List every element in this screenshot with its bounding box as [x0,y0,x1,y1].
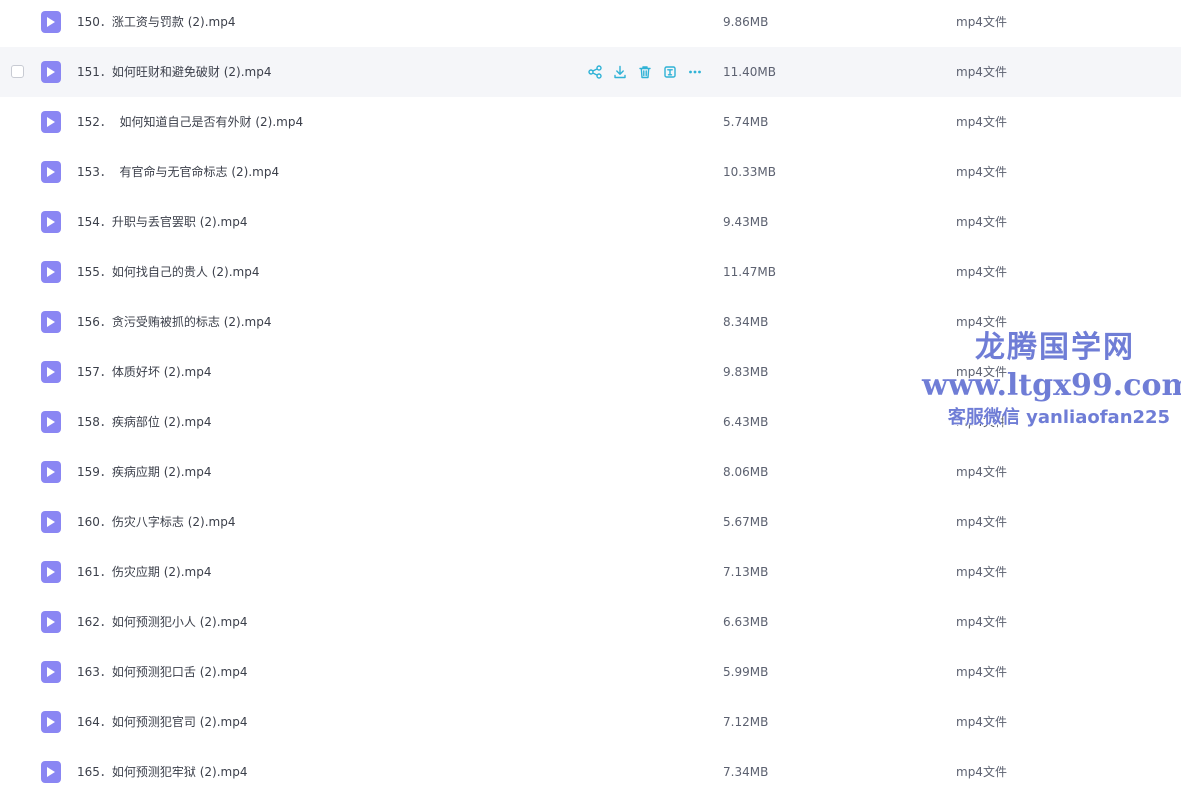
file-type: mp4文件 [956,765,1007,779]
row-actions [586,63,711,81]
file-row[interactable]: 165．如何预测犯牢狱 (2).mp4 7.34MB mp4文件 [0,747,1181,787]
file-name[interactable]: 155．如何找自己的贵人 (2).mp4 [77,263,259,281]
file-size: 7.12MB [723,715,769,729]
delete-icon[interactable] [636,63,654,81]
file-type: mp4文件 [956,365,1007,379]
file-name[interactable]: 156．贪污受贿被抓的标志 (2).mp4 [77,313,271,331]
file-row[interactable]: 161．伤灾应期 (2).mp4 7.13MB mp4文件 [0,547,1181,597]
file-name[interactable]: 152． 如何知道自己是否有外财 (2).mp4 [77,113,303,131]
file-type: mp4文件 [956,565,1007,579]
file-type: mp4文件 [956,615,1007,629]
video-file-icon [41,261,61,283]
file-row[interactable]: 157．体质好坏 (2).mp4 9.83MB mp4文件 [0,347,1181,397]
video-file-icon [41,361,61,383]
file-row[interactable]: 158．疾病部位 (2).mp4 6.43MB mp4文件 [0,397,1181,447]
video-file-icon [41,11,61,33]
file-name[interactable]: 153． 有官命与无官命标志 (2).mp4 [77,163,279,181]
file-name[interactable]: 154．升职与丢官罢职 (2).mp4 [77,213,247,231]
file-type: mp4文件 [956,665,1007,679]
file-name[interactable]: 157．体质好坏 (2).mp4 [77,363,211,381]
file-type: mp4文件 [956,65,1007,79]
file-type: mp4文件 [956,715,1007,729]
file-size: 6.63MB [723,615,769,629]
file-type: mp4文件 [956,115,1007,129]
video-file-icon [41,711,61,733]
file-type: mp4文件 [956,15,1007,29]
file-size: 8.06MB [723,465,769,479]
file-size: 9.86MB [723,15,769,29]
video-file-icon [41,511,61,533]
file-size: 7.13MB [723,565,769,579]
video-file-icon [41,411,61,433]
file-size: 11.40MB [723,65,776,79]
file-list: 150．涨工资与罚款 (2).mp4 9.86MB mp4文件 151．如何旺财和避免… [0,0,1181,784]
file-name[interactable]: 163．如何预测犯口舌 (2).mp4 [77,663,247,681]
file-type: mp4文件 [956,465,1007,479]
file-row[interactable]: 151．如何旺财和避免破财 (2).mp4 11.40MB mp4文件 [0,47,1181,97]
file-size: 7.34MB [723,765,769,779]
file-row[interactable]: 164．如何预测犯官司 (2).mp4 7.12MB mp4文件 [0,697,1181,747]
video-file-icon [41,561,61,583]
file-type: mp4文件 [956,315,1007,329]
video-file-icon [41,311,61,333]
file-size: 8.34MB [723,315,769,329]
file-size: 5.74MB [723,115,769,129]
file-row[interactable]: 163．如何预测犯口舌 (2).mp4 5.99MB mp4文件 [0,647,1181,697]
video-file-icon [41,461,61,483]
video-file-icon [41,111,61,133]
file-name[interactable]: 159．疾病应期 (2).mp4 [77,463,211,481]
share-icon[interactable] [586,63,604,81]
file-name[interactable]: 158．疾病部位 (2).mp4 [77,413,211,431]
file-type: mp4文件 [956,215,1007,229]
video-file-icon [41,61,61,83]
file-size: 10.33MB [723,165,776,179]
file-row[interactable]: 159．疾病应期 (2).mp4 8.06MB mp4文件 [0,447,1181,497]
file-name[interactable]: 161．伤灾应期 (2).mp4 [77,563,211,581]
file-row[interactable]: 155．如何找自己的贵人 (2).mp4 11.47MB mp4文件 [0,247,1181,297]
file-size: 11.47MB [723,265,776,279]
text-extract-icon[interactable] [661,63,679,81]
file-name[interactable]: 160．伤灾八字标志 (2).mp4 [77,513,235,531]
file-row[interactable]: 162．如何预测犯小人 (2).mp4 6.63MB mp4文件 [0,597,1181,647]
file-name[interactable]: 162．如何预测犯小人 (2).mp4 [77,613,247,631]
file-row[interactable]: 156．贪污受贿被抓的标志 (2).mp4 8.34MB mp4文件 [0,297,1181,347]
file-row[interactable]: 150．涨工资与罚款 (2).mp4 9.86MB mp4文件 [0,0,1181,47]
video-file-icon [41,211,61,233]
video-file-icon [41,761,61,783]
file-type: mp4文件 [956,515,1007,529]
file-name[interactable]: 164．如何预测犯官司 (2).mp4 [77,713,247,731]
row-checkbox[interactable] [11,65,24,78]
more-icon[interactable] [686,63,704,81]
file-name[interactable]: 165．如何预测犯牢狱 (2).mp4 [77,763,247,781]
video-file-icon [41,161,61,183]
file-row[interactable]: 153． 有官命与无官命标志 (2).mp4 10.33MB mp4文件 [0,147,1181,197]
file-row[interactable]: 154．升职与丢官罢职 (2).mp4 9.43MB mp4文件 [0,197,1181,247]
file-type: mp4文件 [956,165,1007,179]
file-row[interactable]: 160．伤灾八字标志 (2).mp4 5.67MB mp4文件 [0,497,1181,547]
file-size: 9.83MB [723,365,769,379]
download-icon[interactable] [611,63,629,81]
file-name[interactable]: 150．涨工资与罚款 (2).mp4 [77,13,235,31]
file-size: 5.99MB [723,665,769,679]
file-size: 5.67MB [723,515,769,529]
video-file-icon [41,611,61,633]
file-row[interactable]: 152． 如何知道自己是否有外财 (2).mp4 5.74MB mp4文件 [0,97,1181,147]
file-name[interactable]: 151．如何旺财和避免破财 (2).mp4 [77,63,271,81]
file-type: mp4文件 [956,415,1007,429]
file-size: 9.43MB [723,215,769,229]
file-type: mp4文件 [956,265,1007,279]
file-size: 6.43MB [723,415,769,429]
video-file-icon [41,661,61,683]
